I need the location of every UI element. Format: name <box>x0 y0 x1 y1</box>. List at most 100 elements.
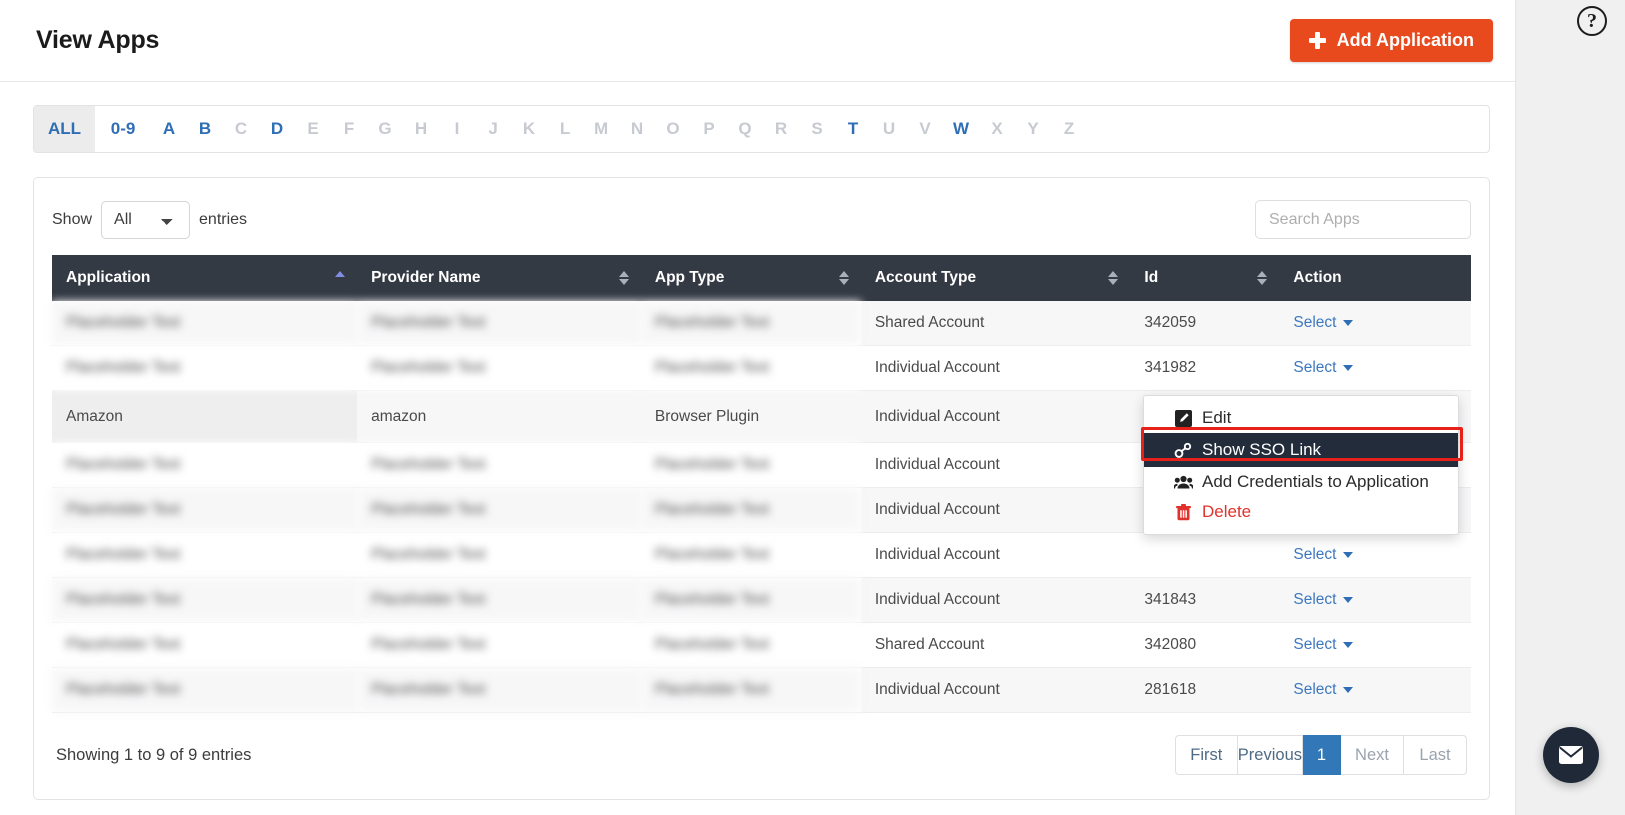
cell-application: Placeholder Text <box>52 301 358 346</box>
cell-id: 342080 <box>1130 622 1280 668</box>
page-size-select[interactable]: All <box>101 200 191 239</box>
column-header-label: Action <box>1293 269 1342 286</box>
menu-item-label: Edit <box>1202 408 1232 427</box>
alpha-filter-i: I <box>454 119 460 138</box>
cell-id <box>1130 532 1280 578</box>
pagination-first[interactable]: First <box>1174 735 1238 775</box>
action-select-dropdown[interactable]: Select <box>1293 681 1353 698</box>
column-header-label: Application <box>66 269 151 286</box>
chat-widget-button[interactable] <box>1543 727 1599 783</box>
menu-item-add-credentials-to-application[interactable]: Add Credentials to Application <box>1144 467 1458 497</box>
table-footer: Showing 1 to 9 of 9 entries First Previou… <box>52 713 1471 775</box>
alpha-filter-x: X <box>991 119 1003 138</box>
cell-provider: Placeholder Text <box>357 667 641 713</box>
alpha-filter-z: Z <box>1063 119 1075 138</box>
right-rail: ? <box>1515 0 1625 815</box>
users-group-icon <box>1174 473 1193 492</box>
menu-item-show-sso-link[interactable]: Show SSO Link <box>1144 433 1458 467</box>
cell-application: Placeholder Text <box>52 487 358 533</box>
sort-both-icon[interactable] <box>1257 270 1268 286</box>
alpha-filter-m: M <box>593 119 609 138</box>
alpha-filter-b[interactable]: B <box>187 106 223 152</box>
help-question-icon[interactable]: ? <box>1577 6 1607 36</box>
sort-both-icon[interactable] <box>1108 270 1119 286</box>
column-header-app-type[interactable]: App Type <box>640 255 861 301</box>
action-select-label: Select <box>1293 681 1337 698</box>
column-header-provider-name[interactable]: Provider Name <box>357 255 641 301</box>
alpha-filter-a[interactable]: A <box>151 106 187 152</box>
pagination-last[interactable]: Last <box>1404 735 1467 775</box>
alphabet-filter: ALL 0-9 A B C D E F G H I J K L M N O P Q R S T U V W X Y Z <box>33 105 1490 153</box>
cell-app-type: Placeholder Text <box>640 301 861 346</box>
cell-app-type: Placeholder Text <box>640 487 861 533</box>
cell-provider: Placeholder Text <box>357 487 641 533</box>
link-chain-icon <box>1174 441 1193 460</box>
pencil-square-icon <box>1174 409 1193 428</box>
alpha-filter-n: N <box>630 119 644 138</box>
pagination-next[interactable]: Next <box>1341 735 1404 775</box>
table-head: Application Provider Name App Type Account … <box>52 255 1471 301</box>
menu-item-label: Delete <box>1202 502 1252 521</box>
alpha-filter-w[interactable]: W <box>943 106 979 152</box>
cell-application: Placeholder Text <box>52 345 358 391</box>
alpha-filter-y: Y <box>1027 119 1039 138</box>
action-select-label: Select <box>1293 314 1337 331</box>
chevron-down-icon <box>1342 686 1353 693</box>
alpha-filter-q: Q <box>738 119 752 138</box>
cell-application: Amazon <box>52 390 358 443</box>
alpha-filter-g: G <box>378 119 392 138</box>
sort-both-icon[interactable] <box>618 270 629 286</box>
sort-both-icon[interactable] <box>838 270 849 286</box>
column-header-account-type[interactable]: Account Type <box>860 255 1131 301</box>
action-select-label: Select <box>1293 359 1337 376</box>
action-dropdown-menu: Edit Show SSO Link Add Credentials to Appl… <box>1143 395 1459 535</box>
action-select-dropdown[interactable]: Select <box>1293 546 1353 563</box>
action-select-label: Select <box>1293 636 1337 653</box>
table-controls: Show All entries <box>52 196 1471 255</box>
add-application-label: Add Application <box>1336 30 1474 50</box>
chevron-down-icon <box>1342 596 1353 603</box>
menu-item-delete[interactable]: Delete <box>1144 497 1458 527</box>
trash-icon <box>1174 503 1193 522</box>
table-row: Placeholder Text Placeholder Text Placehol… <box>52 345 1471 391</box>
action-select-dropdown[interactable]: Select <box>1293 359 1353 376</box>
action-select-dropdown[interactable]: Select <box>1293 314 1353 331</box>
menu-item-edit[interactable]: Edit <box>1144 403 1458 433</box>
menu-item-label: Add Credentials to Application <box>1202 472 1429 491</box>
cell-account-type: Individual Account <box>860 667 1131 713</box>
cell-provider: amazon <box>357 390 641 443</box>
table-row: Placeholder Text Placeholder Text Placehol… <box>52 622 1471 668</box>
chevron-down-icon <box>1342 551 1353 558</box>
page-header: View Apps Add Application <box>0 0 1515 82</box>
alpha-filter-d[interactable]: D <box>259 106 295 152</box>
cell-action: Select <box>1279 667 1471 713</box>
column-header-application[interactable]: Application <box>52 255 358 301</box>
cell-account-type: Individual Account <box>860 442 1131 488</box>
cell-id: 341843 <box>1130 577 1280 623</box>
cell-account-type: Shared Account <box>860 301 1131 346</box>
action-select-dropdown[interactable]: Select <box>1293 636 1353 653</box>
alpha-filter-09[interactable]: 0-9 <box>95 106 151 152</box>
column-header-id[interactable]: Id <box>1130 255 1280 301</box>
cell-action: Select <box>1279 577 1471 623</box>
cell-provider: Placeholder Text <box>357 532 641 578</box>
showing-entries-text: Showing 1 to 9 of 9 entries <box>56 745 252 764</box>
search-input[interactable] <box>1255 200 1471 239</box>
alpha-filter-e: E <box>307 119 319 138</box>
column-header-action[interactable]: Action <box>1279 255 1471 301</box>
cell-account-type: Shared Account <box>860 622 1131 668</box>
alpha-filter-all[interactable]: ALL <box>34 106 96 152</box>
table-row: Placeholder Text Placeholder Text Placehol… <box>52 532 1471 578</box>
chevron-down-icon <box>1342 641 1353 648</box>
add-application-button[interactable]: Add Application <box>1289 19 1493 62</box>
pagination-1[interactable]: 1 <box>1303 735 1341 775</box>
alpha-filter-c: C <box>234 119 248 138</box>
sort-ascending-icon[interactable] <box>335 270 346 286</box>
table-row: Placeholder Text Placeholder Text Placehol… <box>52 577 1471 623</box>
cell-account-type: Individual Account <box>860 487 1131 533</box>
pagination-previous[interactable]: Previous <box>1237 735 1303 775</box>
alpha-filter-s: S <box>811 119 823 138</box>
action-select-dropdown[interactable]: Select <box>1293 591 1353 608</box>
table-row: Placeholder Text Placeholder Text Placehol… <box>52 301 1471 346</box>
alpha-filter-t[interactable]: T <box>835 106 871 152</box>
